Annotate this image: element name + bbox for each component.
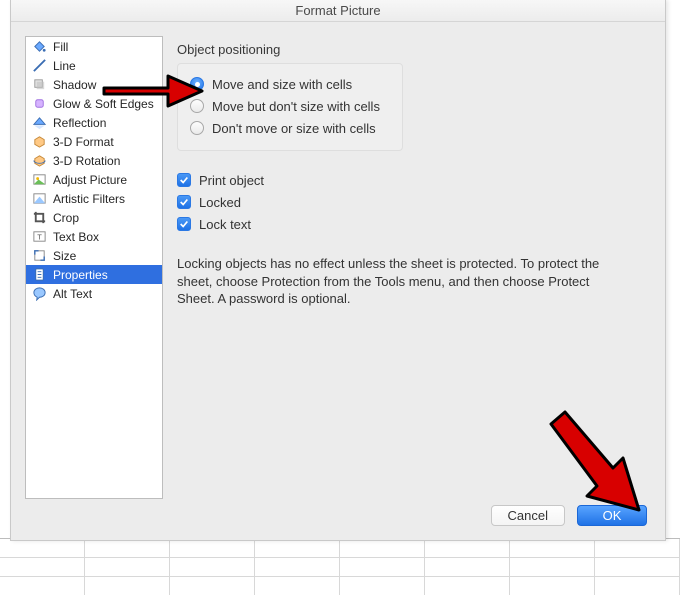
checkmark-icon xyxy=(177,217,191,231)
sidebar-item-shadow[interactable]: Shadow xyxy=(26,75,162,94)
properties-icon xyxy=(32,267,47,282)
checkbox-label: Lock text xyxy=(199,217,251,232)
sidebar-item-label: Artistic Filters xyxy=(53,192,158,206)
sidebar-item-label: Shadow xyxy=(53,78,158,92)
fill-bucket-icon xyxy=(32,39,47,54)
sidebar-item-size[interactable]: Size xyxy=(26,246,162,265)
checkbox-label: Locked xyxy=(199,195,241,210)
sidebar-item-line[interactable]: Line xyxy=(26,56,162,75)
checkbox-print-object[interactable]: Print object xyxy=(177,169,651,191)
reflection-icon xyxy=(32,115,47,130)
svg-text:T: T xyxy=(37,232,42,241)
checkmark-icon xyxy=(177,195,191,209)
size-icon xyxy=(32,248,47,263)
radio-don-t-move-or-size-with-cells[interactable]: Don't move or size with cells xyxy=(190,118,392,138)
sidebar-item-3-d-format[interactable]: 3-D Format xyxy=(26,132,162,151)
sidebar-item-3-d-rotation[interactable]: 3-D Rotation xyxy=(26,151,162,170)
adjust-picture-icon xyxy=(32,172,47,187)
checkmark-icon xyxy=(177,173,191,187)
radio-label: Move but don't size with cells xyxy=(212,99,380,114)
sidebar-item-reflection[interactable]: Reflection xyxy=(26,113,162,132)
radio-move-but-don-t-size-with-cells[interactable]: Move but don't size with cells xyxy=(190,96,392,116)
filters-icon xyxy=(32,191,47,206)
sidebar-item-fill[interactable]: Fill xyxy=(26,37,162,56)
sidebar-item-label: 3-D Rotation xyxy=(53,154,158,168)
content-pane: Object positioning Move and size with ce… xyxy=(177,36,651,499)
sidebar-item-properties[interactable]: Properties xyxy=(26,265,162,284)
sidebar-item-adjust-picture[interactable]: Adjust Picture xyxy=(26,170,162,189)
sidebar-item-glow-soft-edges[interactable]: Glow & Soft Edges xyxy=(26,94,162,113)
cancel-button[interactable]: Cancel xyxy=(491,505,565,526)
checkbox-locked[interactable]: Locked xyxy=(177,191,651,213)
radio-label: Don't move or size with cells xyxy=(212,121,376,136)
alttext-icon xyxy=(32,286,47,301)
sidebar-item-label: Reflection xyxy=(53,116,158,130)
textbox-icon: T xyxy=(32,229,47,244)
sidebar-item-label: Properties xyxy=(53,268,158,282)
sidebar-item-alt-text[interactable]: Alt Text xyxy=(26,284,162,303)
help-text: Locking objects has no effect unless the… xyxy=(177,255,607,308)
dialog-footer: Cancel OK xyxy=(11,505,665,540)
sidebar-item-label: Line xyxy=(53,59,158,73)
radio-label: Move and size with cells xyxy=(212,77,352,92)
sidebar-item-label: Crop xyxy=(53,211,158,225)
ok-button[interactable]: OK xyxy=(577,505,647,526)
shadow-icon xyxy=(32,77,47,92)
format3d-icon xyxy=(32,134,47,149)
sidebar-item-label: Adjust Picture xyxy=(53,173,158,187)
sidebar-item-label: Size xyxy=(53,249,158,263)
checkbox-group: Print object Locked Lock text xyxy=(177,169,651,235)
rotation3d-icon xyxy=(32,153,47,168)
category-sidebar: Fill Line Shadow Glow & Soft Edges Reflectio… xyxy=(25,36,163,499)
sidebar-item-label: 3-D Format xyxy=(53,135,158,149)
sidebar-item-crop[interactable]: Crop xyxy=(26,208,162,227)
line-icon xyxy=(32,58,47,73)
sidebar-item-label: Alt Text xyxy=(53,287,158,301)
radio-move-and-size-with-cells[interactable]: Move and size with cells xyxy=(190,74,392,94)
sidebar-item-text-box[interactable]: T Text Box xyxy=(26,227,162,246)
radio-button-icon xyxy=(190,99,204,113)
checkbox-lock-text[interactable]: Lock text xyxy=(177,213,651,235)
object-positioning-label: Object positioning xyxy=(177,42,651,57)
spreadsheet-grid xyxy=(0,538,680,596)
crop-icon xyxy=(32,210,47,225)
sidebar-item-label: Fill xyxy=(53,40,158,54)
dialog-title: Format Picture xyxy=(11,0,665,22)
object-positioning-group: Move and size with cells Move but don't s… xyxy=(177,63,403,151)
sidebar-item-artistic-filters[interactable]: Artistic Filters xyxy=(26,189,162,208)
radio-button-icon xyxy=(190,121,204,135)
radio-button-icon xyxy=(190,77,204,91)
format-picture-dialog: Format Picture Fill Line Shadow Glow & Soft… xyxy=(10,0,666,541)
sidebar-item-label: Text Box xyxy=(53,230,158,244)
sidebar-item-label: Glow & Soft Edges xyxy=(53,97,158,111)
checkbox-label: Print object xyxy=(199,173,264,188)
glow-icon xyxy=(32,96,47,111)
